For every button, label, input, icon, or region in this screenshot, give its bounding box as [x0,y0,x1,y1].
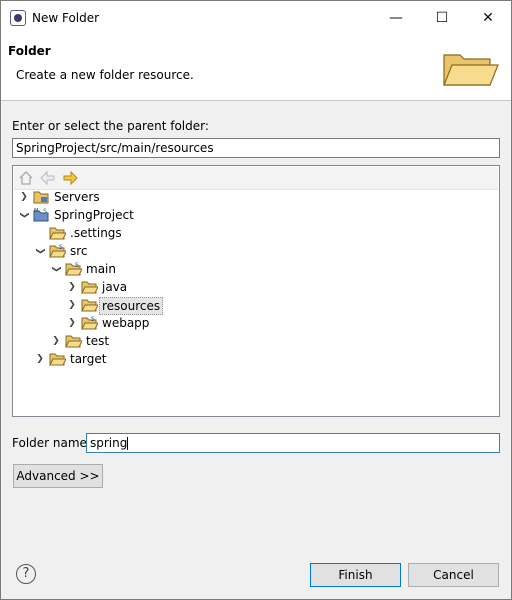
folder-name-input[interactable]: spring [86,433,500,453]
folder-icon [49,353,66,366]
tree-item-label: src [70,244,88,258]
wizard-header: Folder Create a new folder resource. [1,35,511,101]
tree-item-label: Servers [54,190,100,204]
minimize-button[interactable]: — [373,1,419,35]
chevron-down-icon[interactable]: ❯ [15,210,33,220]
maximize-button[interactable]: ☐ [419,1,465,35]
spring-source-folder-icon: S [49,244,66,258]
finish-button[interactable]: Finish [310,563,401,587]
folder-name-label: Folder name: [12,436,91,450]
header-title: Folder [8,44,51,58]
home-icon[interactable] [18,170,34,186]
folder-name-value: spring [90,436,128,450]
folder-icon [33,191,49,204]
svg-text:S: S [59,244,63,251]
chevron-down-icon[interactable]: ❯ [31,246,49,256]
forward-arrow-icon[interactable] [62,170,78,186]
tree-item-label: target [70,352,107,366]
help-icon[interactable]: ? [16,564,36,584]
svg-text:M: M [34,208,38,214]
tree-item-label: main [86,262,116,276]
advanced-button[interactable]: Advanced >> [13,464,103,488]
svg-text:S: S [75,262,79,269]
folder-open-icon [81,299,98,312]
tree-item-label: webapp [102,316,150,330]
tree-item-label: test [86,334,110,348]
chevron-right-icon[interactable]: ❯ [51,332,61,350]
folder-icon [81,281,98,294]
tree-item-label-selected: resources [99,297,164,315]
tree-toolbar [14,167,498,190]
chevron-right-icon[interactable]: ❯ [67,314,77,332]
title-bar[interactable]: New Folder — ☐ ✕ [1,1,511,35]
chevron-down-icon[interactable]: ❯ [47,264,65,274]
parent-folder-label: Enter or select the parent folder: [12,119,209,133]
folder-icon [65,335,82,348]
header-description: Create a new folder resource. [16,68,194,82]
svg-text:S: S [43,208,47,215]
spring-folder-icon: S [81,316,98,330]
chevron-right-icon[interactable]: ❯ [67,278,77,296]
new-folder-dialog: New Folder — ☐ ✕ Folder Create a new fol… [0,0,512,600]
tree-item-label: .settings [70,226,122,240]
back-arrow-icon[interactable] [40,170,56,186]
eclipse-app-icon [10,10,26,26]
folder-banner-icon [443,54,499,86]
cancel-button[interactable]: Cancel [408,563,499,587]
tree-item-label: java [102,280,128,294]
window-title: New Folder [32,11,100,25]
chevron-right-icon[interactable]: ❯ [19,188,29,206]
spring-source-folder-icon: S [65,262,82,276]
chevron-right-icon[interactable]: ❯ [67,296,77,314]
chevron-right-icon[interactable]: ❯ [35,350,45,368]
close-button[interactable]: ✕ [465,1,511,35]
tree-item-label: SpringProject [54,208,134,222]
maven-spring-project-icon: M S [33,208,49,222]
text-caret [127,437,129,450]
svg-text:S: S [91,316,95,323]
parent-folder-input[interactable]: SpringProject/src/main/resources [12,138,500,158]
folder-icon [49,227,66,240]
folder-tree[interactable]: ❯ Servers ❯ M S SpringProject .settings [12,165,500,417]
